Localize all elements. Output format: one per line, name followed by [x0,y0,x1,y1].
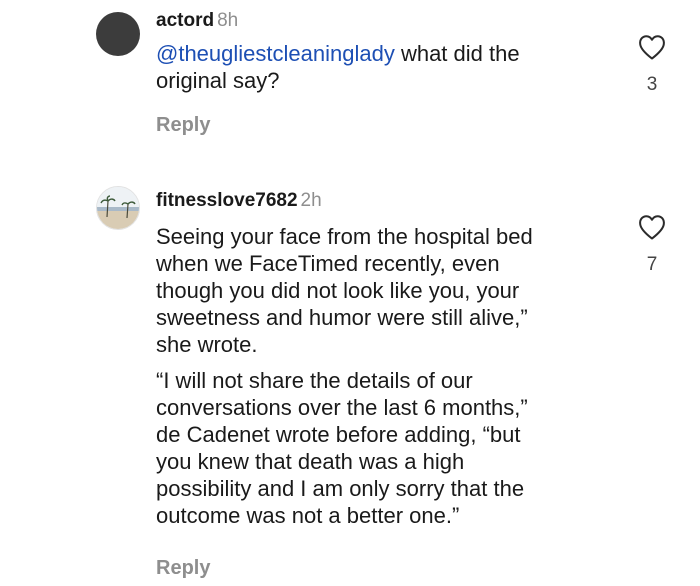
beach-photo-avatar-icon[interactable] [96,186,140,230]
reply-button[interactable]: Reply [156,113,210,137]
like-control: 3 [634,34,670,96]
like-control: 7 [634,214,670,276]
comment-header: actord 8h [156,10,238,32]
username[interactable]: actord [156,10,214,31]
like-count: 7 [646,254,658,275]
comment-text: Seeing your face from the hospital bed w… [156,223,626,529]
heart-outline-icon[interactable] [638,34,666,60]
like-count: 3 [646,74,658,95]
comment-text: @theugliestcleaninglady what did the ori… [156,40,626,94]
comment-header: fitnesslove7682 2h [156,190,322,212]
timestamp: 8h [217,10,239,31]
default-avatar-icon[interactable] [96,12,140,56]
username[interactable]: fitnesslove7682 [156,190,298,211]
reply-button[interactable]: Reply [156,556,210,580]
mention-link[interactable]: @theugliestcleaninglady [156,41,395,66]
timestamp: 2h [300,190,322,211]
heart-outline-icon[interactable] [638,214,666,240]
comment-paragraph: “I will not share the details of our con… [156,368,528,528]
comment-paragraph: Seeing your face from the hospital bed w… [156,224,533,357]
